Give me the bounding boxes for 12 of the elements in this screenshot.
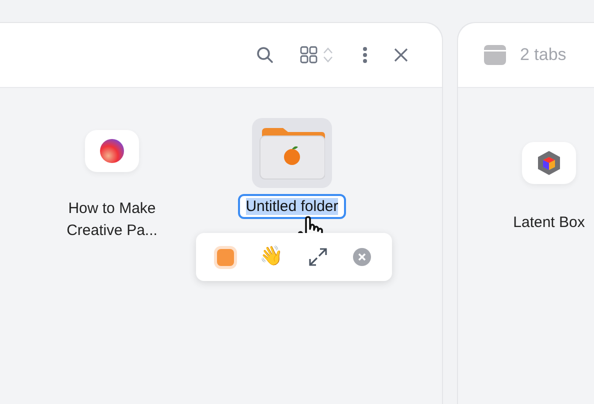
name-field[interactable]: Untitled folder bbox=[238, 194, 346, 219]
color-swatch[interactable] bbox=[216, 248, 234, 266]
item-label: Latent Box bbox=[512, 213, 586, 233]
close-icon[interactable] bbox=[394, 48, 408, 62]
cube-app-icon[interactable] bbox=[522, 142, 576, 184]
tab-stack-icon bbox=[484, 45, 506, 65]
expand-icon[interactable] bbox=[309, 248, 328, 266]
item-label: How to Make Creative Pa... bbox=[66, 199, 158, 241]
search-icon[interactable] bbox=[256, 46, 274, 64]
app-icon[interactable] bbox=[85, 130, 139, 172]
more-icon[interactable] bbox=[362, 46, 368, 64]
tab-count: 2 tabs bbox=[520, 45, 566, 65]
